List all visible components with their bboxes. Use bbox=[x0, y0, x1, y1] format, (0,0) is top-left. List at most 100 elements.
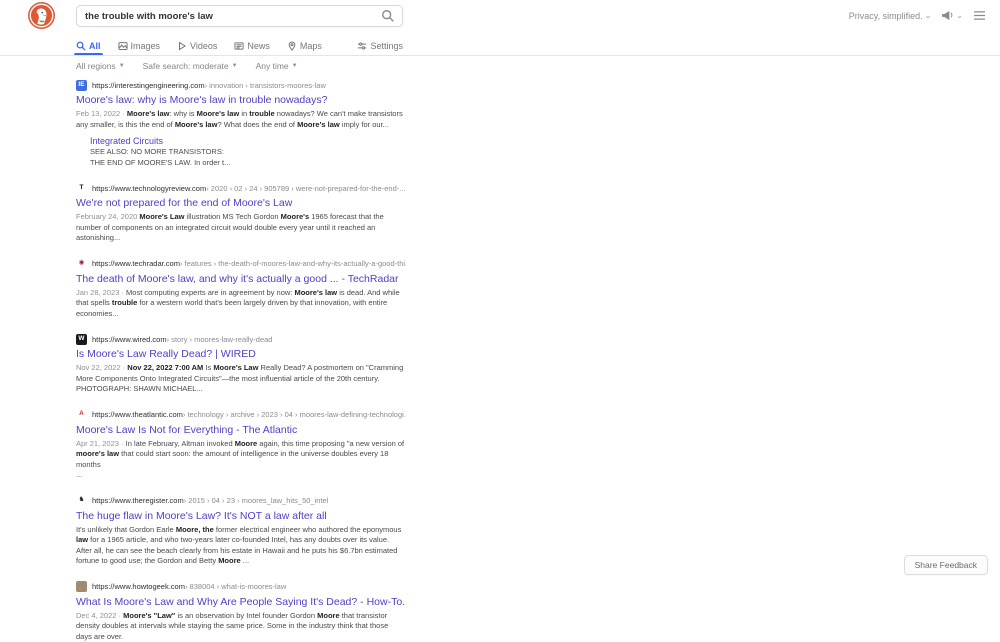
result-url-path: › 2020 › 02 › 24 › 905789 › were-not-pre… bbox=[206, 184, 405, 193]
result-url[interactable]: https://www.howtogeek.com › 838004 › wha… bbox=[76, 581, 406, 593]
result-url[interactable]: ◉ https://www.techradar.com › features ›… bbox=[76, 258, 406, 270]
result-domain: https://interestingengineering.com bbox=[92, 81, 205, 90]
header-right-controls: Privacy, simplified. ⌄ ⌄ bbox=[849, 10, 986, 21]
snippet-text: Apr 21, 2023 · bbox=[76, 439, 126, 448]
megaphone-icon bbox=[941, 10, 954, 21]
snippet-text: Moore, the bbox=[176, 525, 214, 534]
caret-down-icon: ▼ bbox=[119, 63, 125, 69]
tab-all-label: All bbox=[89, 41, 101, 51]
search-icon[interactable] bbox=[381, 9, 395, 23]
result-title-link[interactable]: The death of Moore's law, and why it's a… bbox=[76, 272, 406, 286]
result-snippet: Dec 4, 2022 · Moore's "Law" is an observ… bbox=[76, 611, 406, 642]
result-title-link[interactable]: Moore's law: why is Moore's law in troub… bbox=[76, 93, 406, 107]
time-filter-dropdown[interactable]: Any time ▼ bbox=[256, 61, 298, 71]
result-url[interactable]: IE https://interestingengineering.com › … bbox=[76, 79, 406, 91]
privacy-simplified-menu[interactable]: Privacy, simplified. ⌄ bbox=[849, 11, 932, 21]
snippet-text: imply for our... bbox=[340, 120, 389, 129]
snippet-text: again, this time proposing "a new versio… bbox=[257, 439, 404, 448]
snippet-text: law bbox=[76, 535, 88, 544]
tab-news-label: News bbox=[247, 41, 270, 51]
result-title-link[interactable]: The huge flaw in Moore's Law? It's NOT a… bbox=[76, 509, 406, 523]
snippet-text: Moore bbox=[317, 611, 340, 620]
result-url[interactable]: ♞ https://www.theregister.com › 2015 › 0… bbox=[76, 495, 406, 507]
maps-tab-icon bbox=[287, 41, 297, 51]
settings-label: Settings bbox=[370, 41, 403, 51]
snippet-text: Nov 22, 2022 · bbox=[76, 363, 127, 372]
caret-down-icon: ▼ bbox=[292, 63, 298, 69]
settings-button[interactable]: Settings bbox=[357, 37, 403, 55]
result-domain: https://www.theatlantic.com bbox=[92, 410, 183, 419]
techradar-favicon: ◉ bbox=[76, 258, 87, 269]
result-sublink: Integrated CircuitsSEE ALSO: NO MORE TRA… bbox=[90, 135, 406, 168]
result-snippet: Jan 28, 2023 · Most computing experts ar… bbox=[76, 288, 406, 320]
search-input[interactable] bbox=[77, 11, 381, 22]
search-result: ◉ https://www.techradar.com › features ›… bbox=[76, 258, 406, 320]
images-tab-icon bbox=[118, 41, 128, 51]
time-filter-label: Any time bbox=[256, 61, 289, 71]
duckduckgo-logo[interactable] bbox=[28, 2, 55, 29]
search-bar bbox=[76, 5, 403, 27]
search-filters: All regions ▼ Safe search: moderate ▼ An… bbox=[76, 61, 1000, 71]
snippet-text: trouble bbox=[249, 109, 274, 118]
result-title-link[interactable]: Is Moore's Law Really Dead? | WIRED bbox=[76, 347, 406, 361]
result-url-path: › features › the-death-of-moores-law-and… bbox=[180, 259, 406, 268]
snippet-text: Moore's law bbox=[197, 109, 240, 118]
snippet-text: in bbox=[239, 109, 249, 118]
snippet-text: In late February, Altman invoked bbox=[126, 439, 235, 448]
search-tab-icon bbox=[76, 41, 86, 51]
result-url[interactable]: T https://www.technologyreview.com › 202… bbox=[76, 182, 406, 194]
search-result: T https://www.technologyreview.com › 202… bbox=[76, 182, 406, 244]
result-snippet: February 24, 2020 Moore's Law illustrati… bbox=[76, 212, 406, 244]
snippet-text: that could start soon: the amount of int… bbox=[76, 449, 388, 469]
tab-videos-label: Videos bbox=[190, 41, 217, 51]
hamburger-menu-icon[interactable] bbox=[973, 10, 986, 21]
snippet-text: former electrical engineer who authored … bbox=[214, 525, 402, 534]
privacy-simplified-label: Privacy, simplified. bbox=[849, 11, 923, 21]
result-snippet: Apr 21, 2023 · In late February, Altman … bbox=[76, 439, 406, 481]
search-result: IE https://interestingengineering.com › … bbox=[76, 79, 406, 168]
region-filter-dropdown[interactable]: All regions ▼ bbox=[76, 61, 125, 71]
snippet-text: ... bbox=[241, 556, 249, 565]
search-result: W https://www.wired.com › story › moores… bbox=[76, 333, 406, 395]
tab-images[interactable]: Images bbox=[118, 37, 161, 55]
header-divider bbox=[0, 55, 1000, 56]
result-snippet: Feb 13, 2022 · Moore's law: why is Moore… bbox=[76, 109, 406, 130]
sublink-title-link[interactable]: Integrated Circuits bbox=[90, 135, 406, 147]
safesearch-filter-label: Safe search: moderate bbox=[143, 61, 229, 71]
snippet-text: Moore's law bbox=[127, 109, 170, 118]
videos-tab-icon bbox=[177, 41, 187, 51]
result-url-path: › story › moores-law-really-dead bbox=[167, 335, 273, 344]
snippet-text: Moore's law bbox=[294, 288, 337, 297]
search-result: ♞ https://www.theregister.com › 2015 › 0… bbox=[76, 495, 406, 567]
result-url-path: › innovation › transistors-moores-law bbox=[205, 81, 326, 90]
chevron-down-icon: ⌄ bbox=[956, 11, 963, 20]
tab-maps[interactable]: Maps bbox=[287, 37, 322, 55]
result-title-link[interactable]: Moore's Law Is Not for Everything - The … bbox=[76, 423, 406, 437]
search-result: A https://www.theatlantic.com › technolo… bbox=[76, 409, 406, 481]
snippet-text: Dec 4, 2022 · bbox=[76, 611, 123, 620]
result-title-link[interactable]: We're not prepared for the end of Moore'… bbox=[76, 196, 406, 210]
tab-all[interactable]: All bbox=[76, 37, 101, 55]
snippet-text: is an observation by Intel founder Gordo… bbox=[175, 611, 317, 620]
result-url[interactable]: W https://www.wired.com › story › moores… bbox=[76, 333, 406, 345]
tab-videos[interactable]: Videos bbox=[177, 37, 217, 55]
tab-news[interactable]: News bbox=[234, 37, 270, 55]
snippet-text: Moore's Law bbox=[213, 363, 258, 372]
snippet-text: trouble bbox=[112, 298, 137, 307]
share-feedback-button[interactable]: Share Feedback bbox=[904, 555, 988, 575]
snippet-text: Feb 13, 2022 · bbox=[76, 109, 127, 118]
search-result: https://www.howtogeek.com › 838004 › wha… bbox=[76, 581, 406, 642]
snippet-text: Moore's bbox=[281, 212, 309, 221]
result-domain: https://www.wired.com bbox=[92, 335, 167, 344]
interestingengineering-favicon: IE bbox=[76, 80, 87, 91]
result-title-link[interactable]: What Is Moore's Law and Why Are People S… bbox=[76, 595, 406, 609]
region-filter-label: All regions bbox=[76, 61, 116, 71]
result-url-path: › 838004 › what-is-moores-law bbox=[185, 582, 286, 591]
snippet-text: Moore's Law bbox=[139, 212, 184, 221]
settings-sliders-icon bbox=[357, 41, 367, 51]
snippet-text: Most computing experts are in agreement … bbox=[126, 288, 294, 297]
safesearch-filter-dropdown[interactable]: Safe search: moderate ▼ bbox=[143, 61, 238, 71]
announcement-menu[interactable]: ⌄ bbox=[941, 10, 963, 21]
result-url[interactable]: A https://www.theatlantic.com › technolo… bbox=[76, 409, 406, 421]
snippet-text: February 24, 2020 bbox=[76, 212, 139, 221]
